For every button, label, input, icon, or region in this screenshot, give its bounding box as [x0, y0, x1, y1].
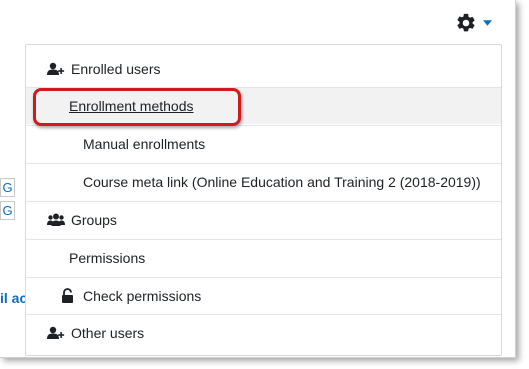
user-plus-icon	[46, 61, 66, 77]
menu-item-label: Manual enrollments	[83, 136, 206, 152]
menu-item-enrolled-users[interactable]: Enrolled users	[26, 51, 501, 87]
settings-menu-trigger[interactable]	[455, 11, 492, 35]
background-button-fragment[interactable]: G	[0, 201, 15, 220]
screenshot-frame: G G il ac Enrolled users Enrollment meth…	[0, 0, 516, 358]
menu-item-other-users[interactable]: Other users	[26, 315, 501, 351]
menu-item-label: Course meta link (Online Education and T…	[83, 174, 481, 190]
menu-item-label: Enrollment methods	[69, 98, 194, 114]
menu-item-course-meta-link[interactable]: Course meta link (Online Education and T…	[26, 164, 501, 200]
menu-item-manual-enrollments[interactable]: Manual enrollments	[26, 126, 501, 162]
unlock-icon	[58, 288, 78, 304]
menu-item-label: Permissions	[69, 250, 146, 266]
gear-icon	[455, 12, 477, 34]
menu-item-groups[interactable]: Groups	[26, 202, 501, 238]
users-icon	[46, 212, 66, 228]
menu-item-check-permissions[interactable]: Check permissions	[26, 278, 501, 314]
menu-item-label: Check permissions	[83, 288, 202, 304]
menu-item-label: Enrolled users	[71, 61, 161, 77]
caret-down-icon	[483, 20, 492, 26]
menu-item-label: Groups	[71, 212, 117, 228]
user-plus-icon	[46, 325, 66, 341]
background-button-fragment[interactable]: G	[0, 178, 15, 197]
settings-dropdown-menu: Enrolled users Enrollment methods Manual…	[25, 44, 502, 356]
menu-item-permissions[interactable]: Permissions	[26, 240, 501, 276]
background-link-fragment[interactable]: il ac	[0, 290, 27, 306]
menu-item-label: Other users	[71, 325, 145, 341]
menu-item-enrollment-methods[interactable]: Enrollment methods	[26, 88, 501, 124]
